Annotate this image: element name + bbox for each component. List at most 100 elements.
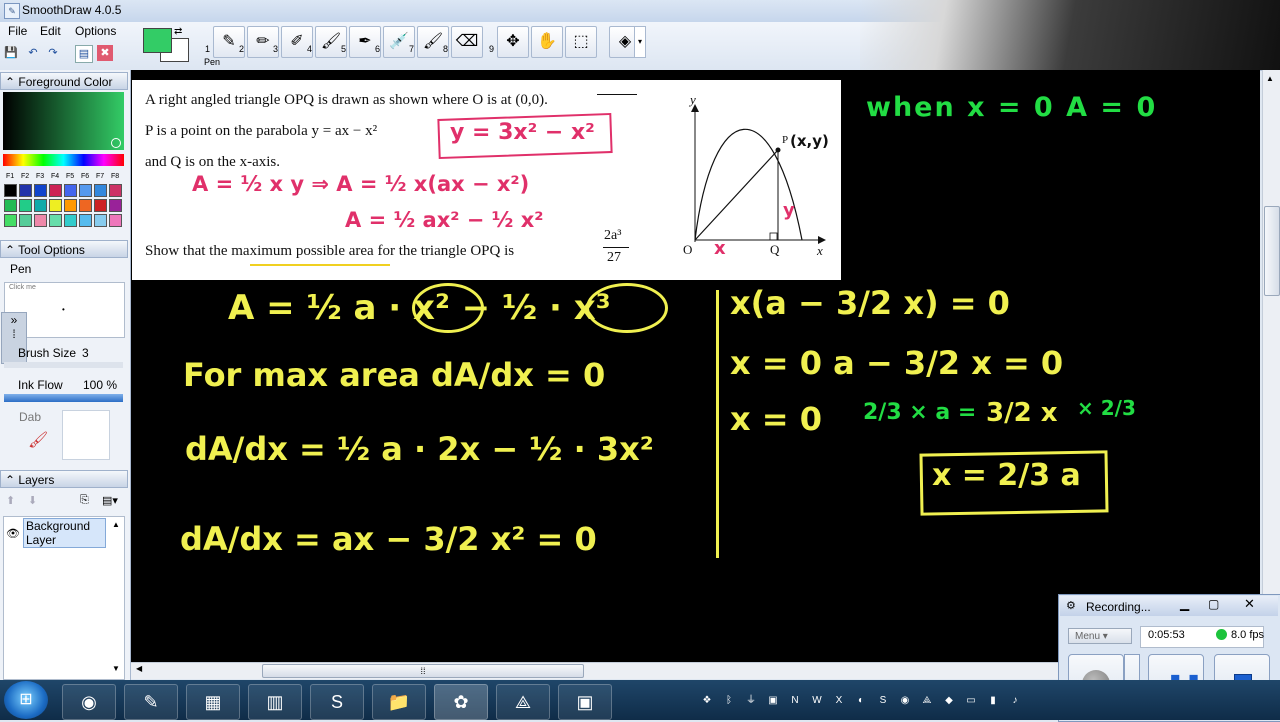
palette-swatch[interactable] bbox=[64, 184, 77, 197]
palette-swatch[interactable] bbox=[4, 214, 17, 227]
acrobat-taskbar-icon[interactable]: ⟁ bbox=[496, 684, 550, 720]
graphing-calculator-taskbar-icon[interactable]: ▥ bbox=[248, 684, 302, 720]
palette-swatch[interactable] bbox=[19, 214, 32, 227]
tool-options-header[interactable]: ⌃ Tool Options bbox=[0, 240, 128, 258]
media-tray-icon[interactable]: ◆ bbox=[942, 694, 956, 708]
tool-number-label: 8 bbox=[443, 44, 449, 54]
word-tray-icon[interactable]: W bbox=[810, 694, 824, 708]
menu-options[interactable]: Options bbox=[75, 24, 116, 38]
palette-swatch[interactable] bbox=[109, 199, 122, 212]
palette-swatch[interactable] bbox=[109, 214, 122, 227]
brush-size-slider[interactable] bbox=[4, 362, 123, 368]
layer-up-icon[interactable]: ⬆ bbox=[6, 494, 15, 507]
pen-tablet-taskbar-icon[interactable]: ✎ bbox=[124, 684, 178, 720]
excel-tray-icon[interactable]: X bbox=[832, 694, 846, 708]
dab-preview[interactable] bbox=[62, 410, 110, 460]
skype-tray-icon[interactable]: S bbox=[876, 694, 890, 708]
palette-swatch[interactable] bbox=[109, 184, 122, 197]
save-icon[interactable]: 💾 bbox=[3, 45, 19, 61]
palette-swatch[interactable] bbox=[34, 184, 47, 197]
network-tray-icon[interactable]: ▮ bbox=[986, 694, 1000, 708]
palette-swatch[interactable] bbox=[94, 184, 107, 197]
layer-down-icon[interactable]: ⬇ bbox=[28, 494, 37, 507]
calculator-taskbar-icon[interactable]: ▦ bbox=[186, 684, 240, 720]
recorder-taskbar-icon[interactable]: ▣ bbox=[558, 684, 612, 720]
hue-slider[interactable] bbox=[3, 154, 124, 166]
foreground-color-header[interactable]: ⌃ Foreground Color bbox=[0, 72, 128, 90]
recording-maximize-button[interactable]: ▢ bbox=[1208, 597, 1219, 611]
layer-new-icon[interactable]: ⎘ bbox=[80, 494, 89, 507]
vertical-scrollbar[interactable] bbox=[1262, 70, 1280, 662]
smoothdraw-taskbar-icon[interactable]: ✿ bbox=[434, 684, 488, 720]
yellow-derivative-1: dA/dx = ½ a · 2x − ½ · 3x² bbox=[185, 430, 654, 468]
tools-more-chevron-icon[interactable]: ▾ bbox=[634, 26, 646, 58]
chrome-taskbar-icon[interactable]: ◉ bbox=[62, 684, 116, 720]
yellow-divider-line bbox=[716, 290, 719, 558]
palette-swatch[interactable] bbox=[64, 199, 77, 212]
redo-icon[interactable]: ↷ bbox=[45, 45, 61, 61]
layers-header[interactable]: ⌃ Layers bbox=[0, 470, 128, 488]
layer-scroll-down-icon[interactable]: ▼ bbox=[112, 664, 120, 673]
palette-swatch[interactable] bbox=[34, 214, 47, 227]
chrome-tray-icon[interactable]: ◉ bbox=[898, 694, 912, 708]
pdf-tray-icon[interactable]: ⟁ bbox=[920, 694, 934, 708]
palette-swatch[interactable] bbox=[49, 184, 62, 197]
scroll-up-icon[interactable]: ▲ bbox=[1266, 74, 1274, 83]
click-me-label: Click me bbox=[9, 284, 36, 291]
layer-scroll-up-icon[interactable]: ▲ bbox=[112, 520, 120, 529]
palette-swatch[interactable] bbox=[4, 184, 17, 197]
menu-edit[interactable]: Edit bbox=[40, 24, 61, 38]
swap-colors-icon[interactable]: ⇄ bbox=[174, 26, 182, 37]
color-picker-area[interactable] bbox=[3, 92, 124, 150]
eraser-tool-button[interactable]: ⌫ bbox=[451, 26, 483, 58]
yellow-three-halves-x: 3/2 x bbox=[986, 398, 1058, 428]
foreground-color-swatch[interactable] bbox=[143, 28, 172, 53]
palette-swatch[interactable] bbox=[94, 214, 107, 227]
point-p-coordinates: (x,y) bbox=[790, 132, 829, 150]
palette-swatch[interactable] bbox=[79, 214, 92, 227]
explorer-taskbar-icon[interactable]: 📁 bbox=[372, 684, 426, 720]
palette-swatch[interactable] bbox=[19, 184, 32, 197]
palette-swatch[interactable] bbox=[34, 199, 47, 212]
vertical-scroll-thumb[interactable] bbox=[1264, 206, 1280, 296]
palette-swatch[interactable] bbox=[49, 199, 62, 212]
hand-tool-button[interactable]: ✋ bbox=[531, 26, 563, 58]
undo-icon[interactable]: ↶ bbox=[25, 45, 41, 61]
recording-minimize-button[interactable]: ▁ bbox=[1180, 597, 1189, 611]
bluetooth-tray-icon[interactable]: ᛒ bbox=[722, 694, 736, 708]
pink-equation-2: A = ½ x y ⇒ A = ½ x(ax − x²) bbox=[192, 172, 530, 196]
onenote-tray-icon[interactable]: N bbox=[788, 694, 802, 708]
recording-menu-dropdown[interactable]: Menu ▾ bbox=[1068, 628, 1132, 644]
ink-flow-slider[interactable] bbox=[4, 394, 123, 402]
palette-swatch[interactable] bbox=[4, 199, 17, 212]
eye-icon[interactable]: 👁 bbox=[6, 527, 20, 540]
fkey-label: F7 bbox=[96, 173, 105, 180]
display-tray-icon[interactable]: ▭ bbox=[964, 694, 978, 708]
palette-swatch[interactable] bbox=[19, 199, 32, 212]
network-adapter-tray-icon[interactable]: ▣ bbox=[766, 694, 780, 708]
gadget-tray-icon[interactable]: ◐ bbox=[854, 694, 868, 708]
palette-swatch[interactable] bbox=[79, 184, 92, 197]
tool-number-label: 4 bbox=[307, 44, 313, 54]
layer-view-icon[interactable]: ▤ bbox=[75, 45, 93, 63]
palette-swatch[interactable] bbox=[79, 199, 92, 212]
menu-file[interactable]: File bbox=[8, 24, 27, 38]
select-tool-button[interactable]: ⬚ bbox=[565, 26, 597, 58]
volume-tray-icon[interactable]: ♪ bbox=[1008, 694, 1022, 708]
dropbox-tray-icon[interactable]: ❖ bbox=[700, 694, 714, 708]
move-tool-button[interactable]: ✥ bbox=[497, 26, 529, 58]
palette-swatch[interactable] bbox=[94, 199, 107, 212]
start-button[interactable]: ⊞ bbox=[4, 681, 48, 719]
clear-icon[interactable]: ✖ bbox=[97, 45, 113, 61]
palette-swatch[interactable] bbox=[49, 214, 62, 227]
skype-taskbar-icon[interactable]: S bbox=[310, 684, 364, 720]
usb-tray-icon[interactable]: ⏚ bbox=[744, 694, 758, 708]
layer-item-background[interactable]: Background Layer bbox=[23, 518, 106, 548]
scroll-left-icon[interactable]: ◀ bbox=[136, 664, 142, 673]
horizontal-scroll-thumb[interactable]: ⁞⁞ bbox=[262, 664, 584, 678]
fkey-label: F4 bbox=[51, 173, 60, 180]
palette-swatch[interactable] bbox=[64, 214, 77, 227]
layer-menu-icon[interactable]: ▤▾ bbox=[102, 494, 118, 507]
recording-close-button[interactable]: ✕ bbox=[1244, 596, 1255, 612]
ink-flow-value: 100 % bbox=[83, 378, 118, 392]
